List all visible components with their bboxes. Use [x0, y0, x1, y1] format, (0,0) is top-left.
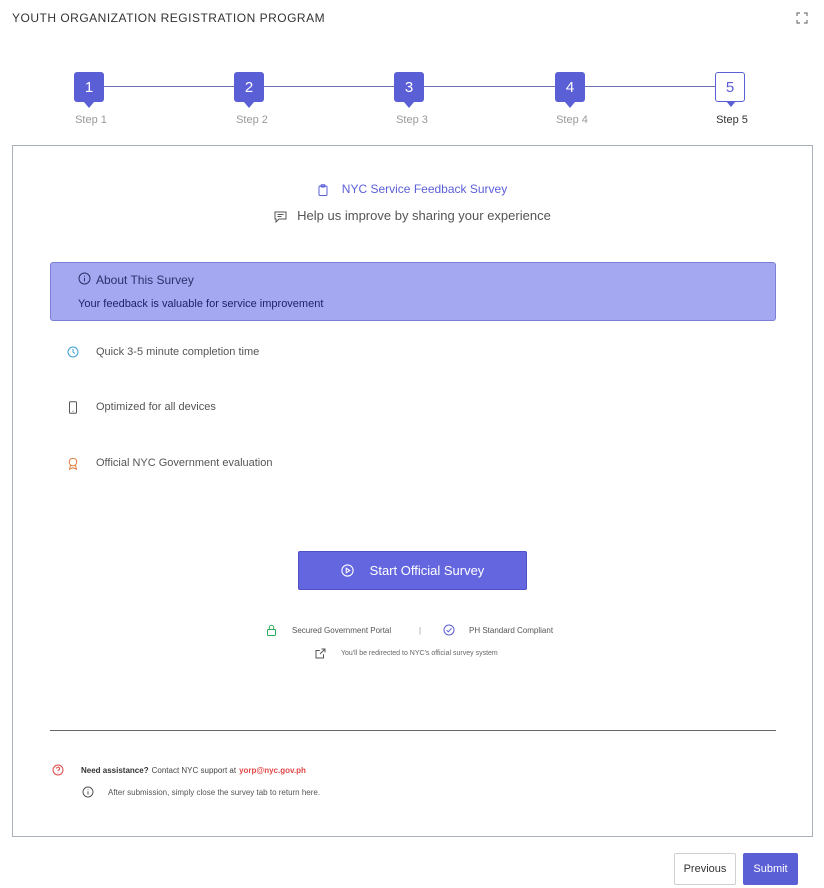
lock-icon: [267, 624, 276, 636]
feature-text: Official NYC Government evaluation: [96, 457, 273, 469]
step-connector: [104, 86, 234, 87]
about-text: Your feedback is valuable for service im…: [78, 298, 324, 310]
step-connector: [264, 86, 394, 87]
step-label: Step 3: [396, 114, 428, 126]
clock-icon: [67, 346, 79, 358]
survey-title: NYC Service Feedback Survey: [13, 182, 812, 196]
message-icon: [274, 211, 287, 223]
help-circle-icon: [52, 764, 64, 776]
feature-text: Quick 3-5 minute completion time: [96, 346, 260, 358]
info-icon: [82, 786, 94, 798]
feature-item: Quick 3-5 minute completion time: [67, 343, 467, 363]
section-divider: [50, 730, 776, 731]
survey-title-text: NYC Service Feedback Survey: [341, 182, 508, 196]
help-note-text: After submission, simply close the surve…: [108, 787, 321, 797]
step-label: Step 1: [75, 114, 107, 126]
step-label: Step 4: [556, 114, 588, 126]
play-circle-icon: [341, 564, 354, 577]
step-label-current: Step 5: [716, 114, 748, 126]
step-connector: [585, 86, 715, 87]
security-badges: Secured Government Portal | PH Standard …: [13, 624, 812, 640]
start-survey-button[interactable]: Start Official Survey: [298, 551, 527, 590]
compliance-badge: PH Standard Compliant: [443, 624, 553, 636]
redirect-text: You'll be redirected to NYC's official s…: [341, 650, 498, 657]
help-text: Contact NYC support at: [151, 765, 237, 775]
check-circle-icon: [443, 624, 455, 636]
compliance-text: PH Standard Compliant: [469, 625, 554, 635]
secured-portal-badge: Secured Government Portal: [266, 624, 391, 636]
survey-subtitle-text: Help us improve by sharing your experien…: [297, 208, 551, 223]
award-icon: [68, 457, 78, 470]
feature-item: Optimized for all devices: [67, 398, 467, 418]
start-survey-label: Start Official Survey: [369, 563, 485, 578]
step-5[interactable]: 5: [715, 72, 745, 107]
secured-portal-text: Secured Government Portal: [292, 625, 392, 635]
feature-text: Optimized for all devices: [96, 401, 216, 413]
support-email-link[interactable]: yorp@nyc.gov.ph: [239, 766, 306, 775]
about-survey-alert: About This Survey Your feedback is valua…: [50, 262, 776, 321]
app-header: YOUTH ORGANIZATION REGISTRATION PROGRAM: [0, 0, 824, 40]
stepper: 1 2 3 4 5 Step 1 Step 2 Step 3 Step 4 St…: [0, 72, 824, 132]
redirect-note: You'll be redirected to NYC's official s…: [315, 648, 498, 659]
step-2[interactable]: 2: [234, 72, 264, 108]
badge-separator: |: [419, 626, 422, 635]
survey-panel: NYC Service Feedback Survey Help us impr…: [12, 145, 813, 837]
submit-button[interactable]: Submit: [743, 853, 798, 885]
help-note: After submission, simply close the surve…: [82, 786, 320, 798]
page-title: YOUTH ORGANIZATION REGISTRATION PROGRAM: [12, 11, 326, 25]
feature-item: Official NYC Government evaluation: [67, 454, 467, 474]
step-1[interactable]: 1: [74, 72, 104, 108]
clipboard-icon: [318, 184, 328, 196]
previous-button[interactable]: Previous: [674, 853, 736, 885]
step-4[interactable]: 4: [555, 72, 585, 108]
step-connector: [424, 86, 555, 87]
step-3[interactable]: 3: [394, 72, 424, 108]
help-line: Need assistance? Contact NYC support at …: [52, 764, 306, 776]
mobile-icon: [69, 401, 77, 414]
survey-subtitle: Help us improve by sharing your experien…: [13, 208, 812, 223]
help-lead: Need assistance?: [81, 765, 149, 775]
expand-icon[interactable]: [796, 12, 808, 24]
info-icon: [78, 272, 91, 285]
external-link-icon: [315, 648, 326, 659]
about-title: About This Survey: [96, 273, 194, 287]
step-label: Step 2: [236, 114, 268, 126]
